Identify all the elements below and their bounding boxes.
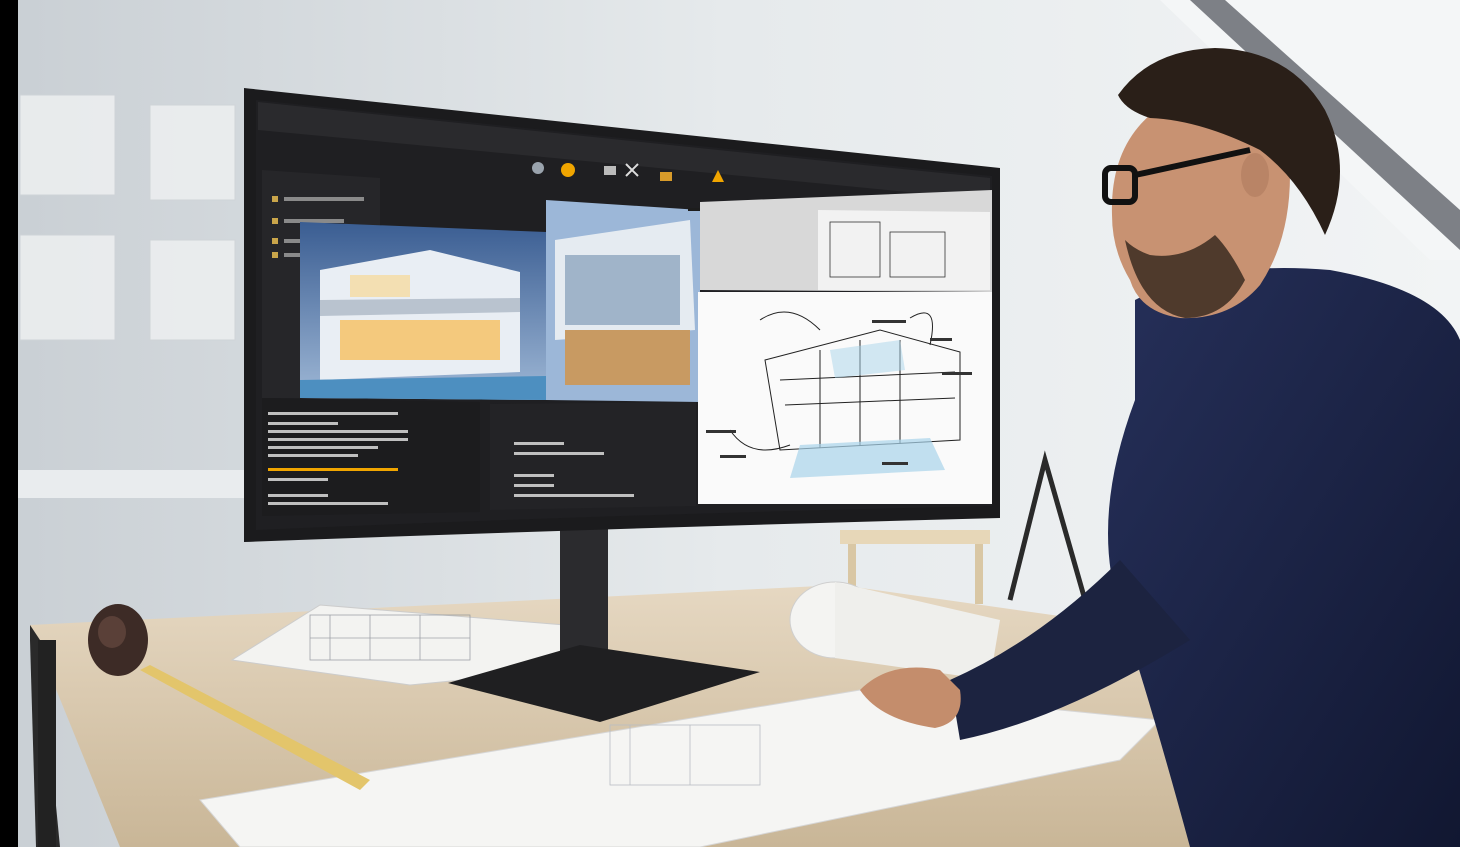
scene-illustration	[0, 0, 1460, 847]
photo-scene	[0, 0, 1460, 847]
render-preview-panel	[300, 222, 546, 400]
camera-icon	[604, 166, 616, 175]
render-icon	[532, 162, 544, 174]
properties-panel	[490, 402, 696, 510]
wall-shelf	[18, 470, 248, 498]
left-border	[0, 0, 18, 847]
layers-icon	[660, 172, 672, 181]
sun-icon	[561, 163, 575, 177]
